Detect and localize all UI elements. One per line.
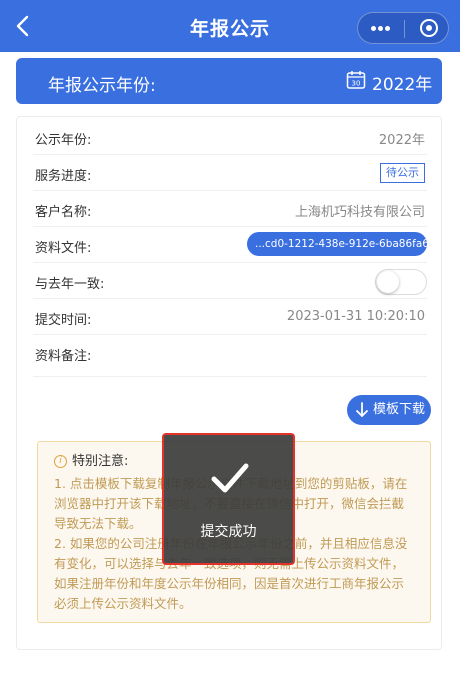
row-same-as-last-year: 与去年一致: [33, 263, 427, 299]
row-publish-year: 公示年份: 2022年 [33, 119, 427, 155]
checkmark-icon [211, 463, 249, 493]
row-value: 2023-01-31 10:20:10 [286, 309, 425, 324]
row-submit-time: 提交时间: 2023-01-31 10:20:10 [33, 299, 427, 335]
row-label: 资料文件: [35, 241, 92, 256]
row-label: 客户名称: [35, 205, 92, 220]
close-mini-program-icon[interactable] [420, 19, 438, 37]
report-info-card: 公示年份: 2022年 服务进度: 待公示 客户名称: 上海机巧科技有限公司 资… [16, 116, 442, 650]
row-label: 公示年份: [35, 133, 92, 148]
year-selector-bar[interactable]: 年报公示年份: 30 2022年 [16, 58, 442, 104]
row-data-remarks: 资料备注: [33, 335, 427, 377]
year-selector-label: 年报公示年份: [48, 76, 156, 96]
info-icon: i [54, 455, 67, 468]
svg-text:30: 30 [352, 80, 361, 88]
capsule-divider [404, 20, 405, 38]
row-value: 2022年 [378, 133, 425, 148]
toggle-knob [377, 271, 399, 293]
toast-message: 提交成功 [200, 524, 257, 540]
template-download-label: 模板下载 [373, 402, 426, 417]
row-label: 与去年一致: [35, 277, 105, 292]
more-options-icon[interactable] [358, 13, 404, 43]
success-toast: 提交成功 [162, 433, 295, 565]
row-label: 服务进度: [35, 169, 92, 184]
template-download-button[interactable]: 模板下载 [347, 395, 431, 425]
row-label: 资料备注: [35, 349, 92, 364]
row-customer-name: 客户名称: 上海机巧科技有限公司 [33, 191, 427, 227]
same-as-last-year-toggle[interactable] [375, 269, 427, 295]
selected-year: 2022年 [372, 75, 433, 95]
notice-title: 特别注意: [72, 454, 129, 469]
status-badge: 待公示 [380, 163, 425, 183]
row-service-progress: 服务进度: 待公示 [33, 155, 427, 191]
top-navigation-bar: 年报公示 [0, 0, 460, 52]
file-link[interactable]: ...cd0-1212-438e-912e-6ba86fa6917c.xls [247, 232, 427, 256]
row-data-file: 资料文件: ...cd0-1212-438e-912e-6ba86fa6917c… [33, 227, 427, 263]
row-label: 提交时间: [35, 313, 92, 328]
download-arrow-icon [356, 402, 368, 417]
mini-program-capsule [357, 12, 449, 44]
row-value: 上海机巧科技有限公司 [294, 205, 425, 220]
calendar-icon: 30 [346, 71, 366, 89]
